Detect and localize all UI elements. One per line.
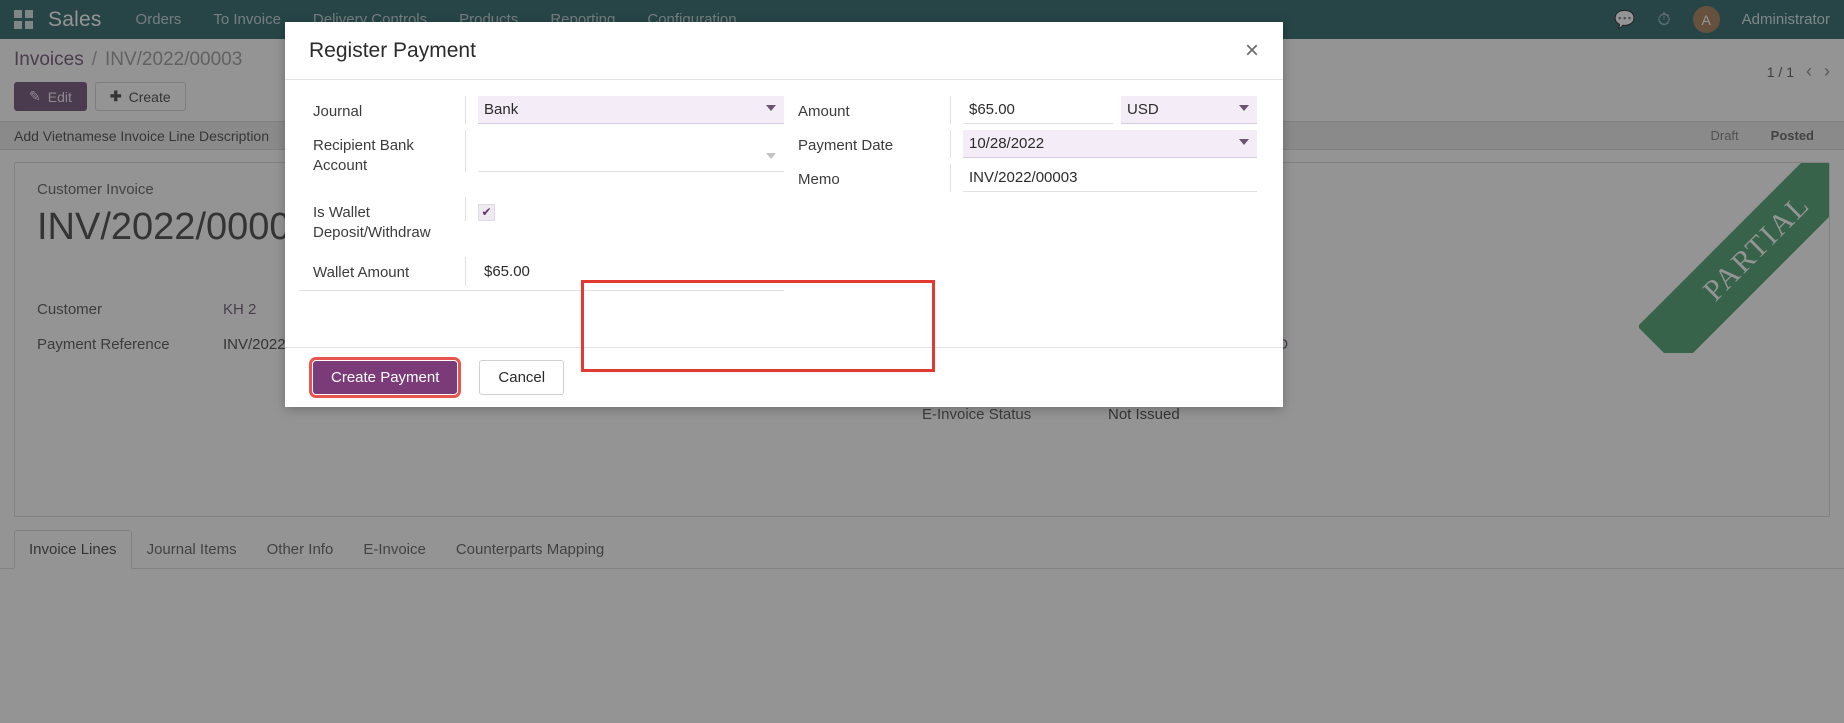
currency-select[interactable] — [1121, 96, 1257, 124]
cancel-button[interactable]: Cancel — [479, 360, 565, 395]
dialog-field-memo: Memo — [784, 164, 1269, 198]
dialog-fields-grid: Journal Recipient Bank Account — [285, 96, 1283, 291]
journal-select-input[interactable] — [478, 96, 784, 124]
dialog-field-memo-control — [950, 164, 1269, 192]
dialog-field-journal-label: Journal — [313, 103, 363, 120]
dialog-field-payment-date-control — [950, 130, 1269, 158]
dialog-header: Register Payment × — [285, 22, 1283, 80]
chevron-down-icon[interactable] — [1239, 139, 1249, 145]
journal-select[interactable] — [478, 96, 784, 124]
dialog-field-payment-date-label: Payment Date — [798, 137, 894, 154]
create-payment-button[interactable]: Create Payment — [308, 357, 462, 398]
dialog-field-journal-control — [465, 96, 784, 124]
recipient-bank-account-input[interactable] — [478, 144, 784, 172]
dialog-field-payment-date: Payment Date — [784, 130, 1269, 164]
dialog-field-journal: Journal — [299, 96, 784, 130]
memo-input[interactable] — [963, 164, 1257, 192]
is-wallet-checkbox[interactable]: ✔ — [478, 203, 495, 221]
chevron-down-icon[interactable] — [766, 105, 776, 111]
payment-date-picker[interactable] — [963, 130, 1257, 158]
dialog-field-is-wallet-control: ✔ — [465, 196, 784, 221]
dialog-field-amount-control — [950, 96, 1269, 124]
dialog-body: Journal Recipient Bank Account — [285, 80, 1283, 372]
dialog-field-recipient-bank-account: Recipient Bank Account — [299, 130, 784, 183]
dialog-field-wallet-amount: Wallet Amount $65.00 — [299, 257, 784, 291]
payment-date-input[interactable] — [963, 130, 1257, 158]
dialog-left-column: Journal Recipient Bank Account — [299, 96, 784, 291]
chevron-down-icon[interactable] — [766, 153, 776, 159]
dialog-field-memo-label: Memo — [798, 171, 840, 188]
dialog-footer: Create Payment Cancel — [285, 347, 1283, 407]
register-payment-dialog: Register Payment × Journal Bank Recipien… — [285, 22, 1283, 407]
close-icon[interactable]: × — [1245, 38, 1259, 63]
dialog-field-wallet-amount-control: $65.00 — [465, 257, 784, 286]
wallet-amount-value[interactable]: $65.00 — [478, 257, 536, 286]
dialog-field-recipient-bank-account-label: Recipient Bank Account — [313, 137, 414, 175]
dialog-field-amount-label: Amount — [798, 103, 850, 120]
check-icon: ✔ — [481, 205, 492, 219]
chevron-down-icon[interactable] — [1239, 105, 1249, 111]
dialog-field-amount: Amount — [784, 96, 1269, 130]
recipient-bank-account-select[interactable] — [478, 144, 784, 172]
dialog-field-is-wallet: Is Wallet Deposit/Withdraw ✔ — [299, 196, 784, 250]
dialog-field-is-wallet-label: Is Wallet Deposit/Withdraw — [313, 203, 431, 241]
dialog-right-column: Amount Payment Date — [784, 96, 1269, 291]
amount-input[interactable] — [963, 96, 1113, 124]
currency-select-input[interactable] — [1121, 96, 1257, 124]
dialog-field-recipient-bank-account-control — [465, 130, 784, 172]
screen-root: Sales Orders To Invoice Delivery Control… — [0, 0, 1844, 723]
dialog-title: Register Payment — [309, 38, 476, 62]
dialog-field-wallet-amount-label: Wallet Amount — [313, 264, 410, 281]
